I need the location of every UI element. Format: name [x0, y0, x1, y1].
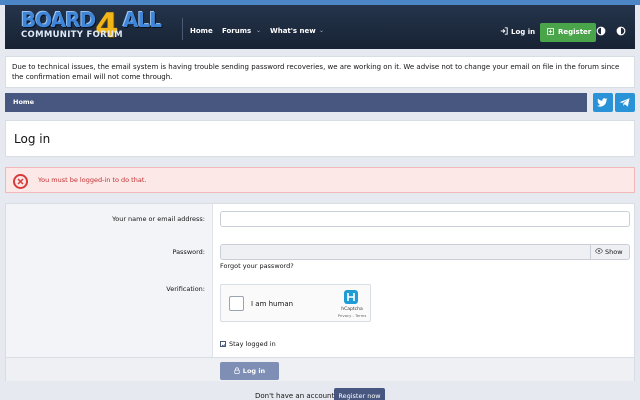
stay-logged-in-label: Stay logged in [229, 340, 276, 348]
page-title-box: Log in [5, 120, 635, 157]
password-input[interactable] [220, 244, 630, 260]
verification-label: Verification: [166, 285, 205, 293]
sign-in-icon [500, 27, 508, 35]
show-password-label: Show [605, 248, 623, 256]
login-submit-label: Log in [242, 367, 266, 375]
register-button[interactable]: Register [540, 23, 596, 42]
plus-square-icon [546, 27, 555, 36]
error-message-box: You must be logged-in to do that. [5, 167, 635, 193]
share-twitter-button[interactable] [593, 93, 613, 112]
nav-forums[interactable]: Forums [222, 27, 251, 35]
error-message: You must be logged-in to do that. [38, 176, 147, 184]
twitter-icon [597, 98, 608, 107]
show-password-button[interactable]: Show [590, 244, 630, 260]
register-button-label: Register [558, 28, 592, 36]
captcha-terms-link[interactable]: Privacy - Terms [334, 313, 370, 318]
header-divider [182, 18, 183, 40]
error-icon [13, 174, 28, 189]
login-link-label: Log in [511, 28, 536, 36]
form-label-column [6, 204, 213, 357]
eye-icon [594, 248, 604, 254]
contrast-icon[interactable] [616, 26, 626, 36]
nav-whats-new[interactable]: What's new [270, 27, 316, 35]
captcha-brand: hCaptcha [341, 307, 363, 312]
nav-home[interactable]: Home [190, 27, 213, 35]
chevron-down-icon[interactable]: ⌄ [319, 27, 324, 34]
login-link[interactable]: Log in [500, 27, 535, 36]
breadcrumb: Home [5, 93, 587, 112]
telegram-icon [619, 98, 630, 107]
stay-logged-in-checkbox[interactable]: Stay logged in [220, 340, 276, 348]
logo-text-board: BOARD [21, 8, 96, 32]
logo-text-all: ALL [123, 8, 162, 32]
captcha-checkbox[interactable] [229, 296, 244, 311]
no-account-text: Don't have an account? [255, 392, 338, 400]
chevron-down-icon[interactable]: ⌄ [256, 27, 261, 34]
notice-text: Due to technical issues, the email syste… [12, 63, 620, 81]
captcha-label: I am human [251, 300, 294, 308]
lock-icon [234, 367, 240, 374]
breadcrumb-home[interactable]: Home [13, 98, 34, 106]
password-field-label: Password: [172, 248, 205, 256]
theme-toggle-icon[interactable] [596, 26, 606, 36]
site-header: BOARD 4 ALL COMMUNITY FORUM Home Forums … [5, 5, 635, 49]
hcaptcha-widget: I am human hCaptcha Privacy - Terms [220, 284, 371, 322]
page-title: Log in [14, 132, 51, 146]
register-now-label: Register now [338, 392, 381, 400]
register-now-button[interactable]: Register now [334, 388, 385, 400]
share-telegram-button[interactable] [615, 93, 635, 112]
site-logo[interactable]: BOARD 4 ALL COMMUNITY FORUM [17, 7, 167, 49]
name-field-label: Your name or email address: [112, 215, 205, 223]
hcaptcha-logo-icon [344, 290, 358, 304]
forgot-password-link[interactable]: Forgot your password? [220, 262, 294, 270]
checkbox-checked-icon [220, 341, 227, 347]
name-email-input[interactable] [220, 211, 630, 227]
login-form: Your name or email address: Password: Sh… [5, 203, 635, 381]
login-submit-button[interactable]: Log in [220, 362, 279, 380]
form-submit-row: Log in [6, 357, 634, 381]
logo-text-community: COMMUNITY FORUM [21, 30, 123, 40]
site-notice: Due to technical issues, the email syste… [5, 56, 635, 88]
